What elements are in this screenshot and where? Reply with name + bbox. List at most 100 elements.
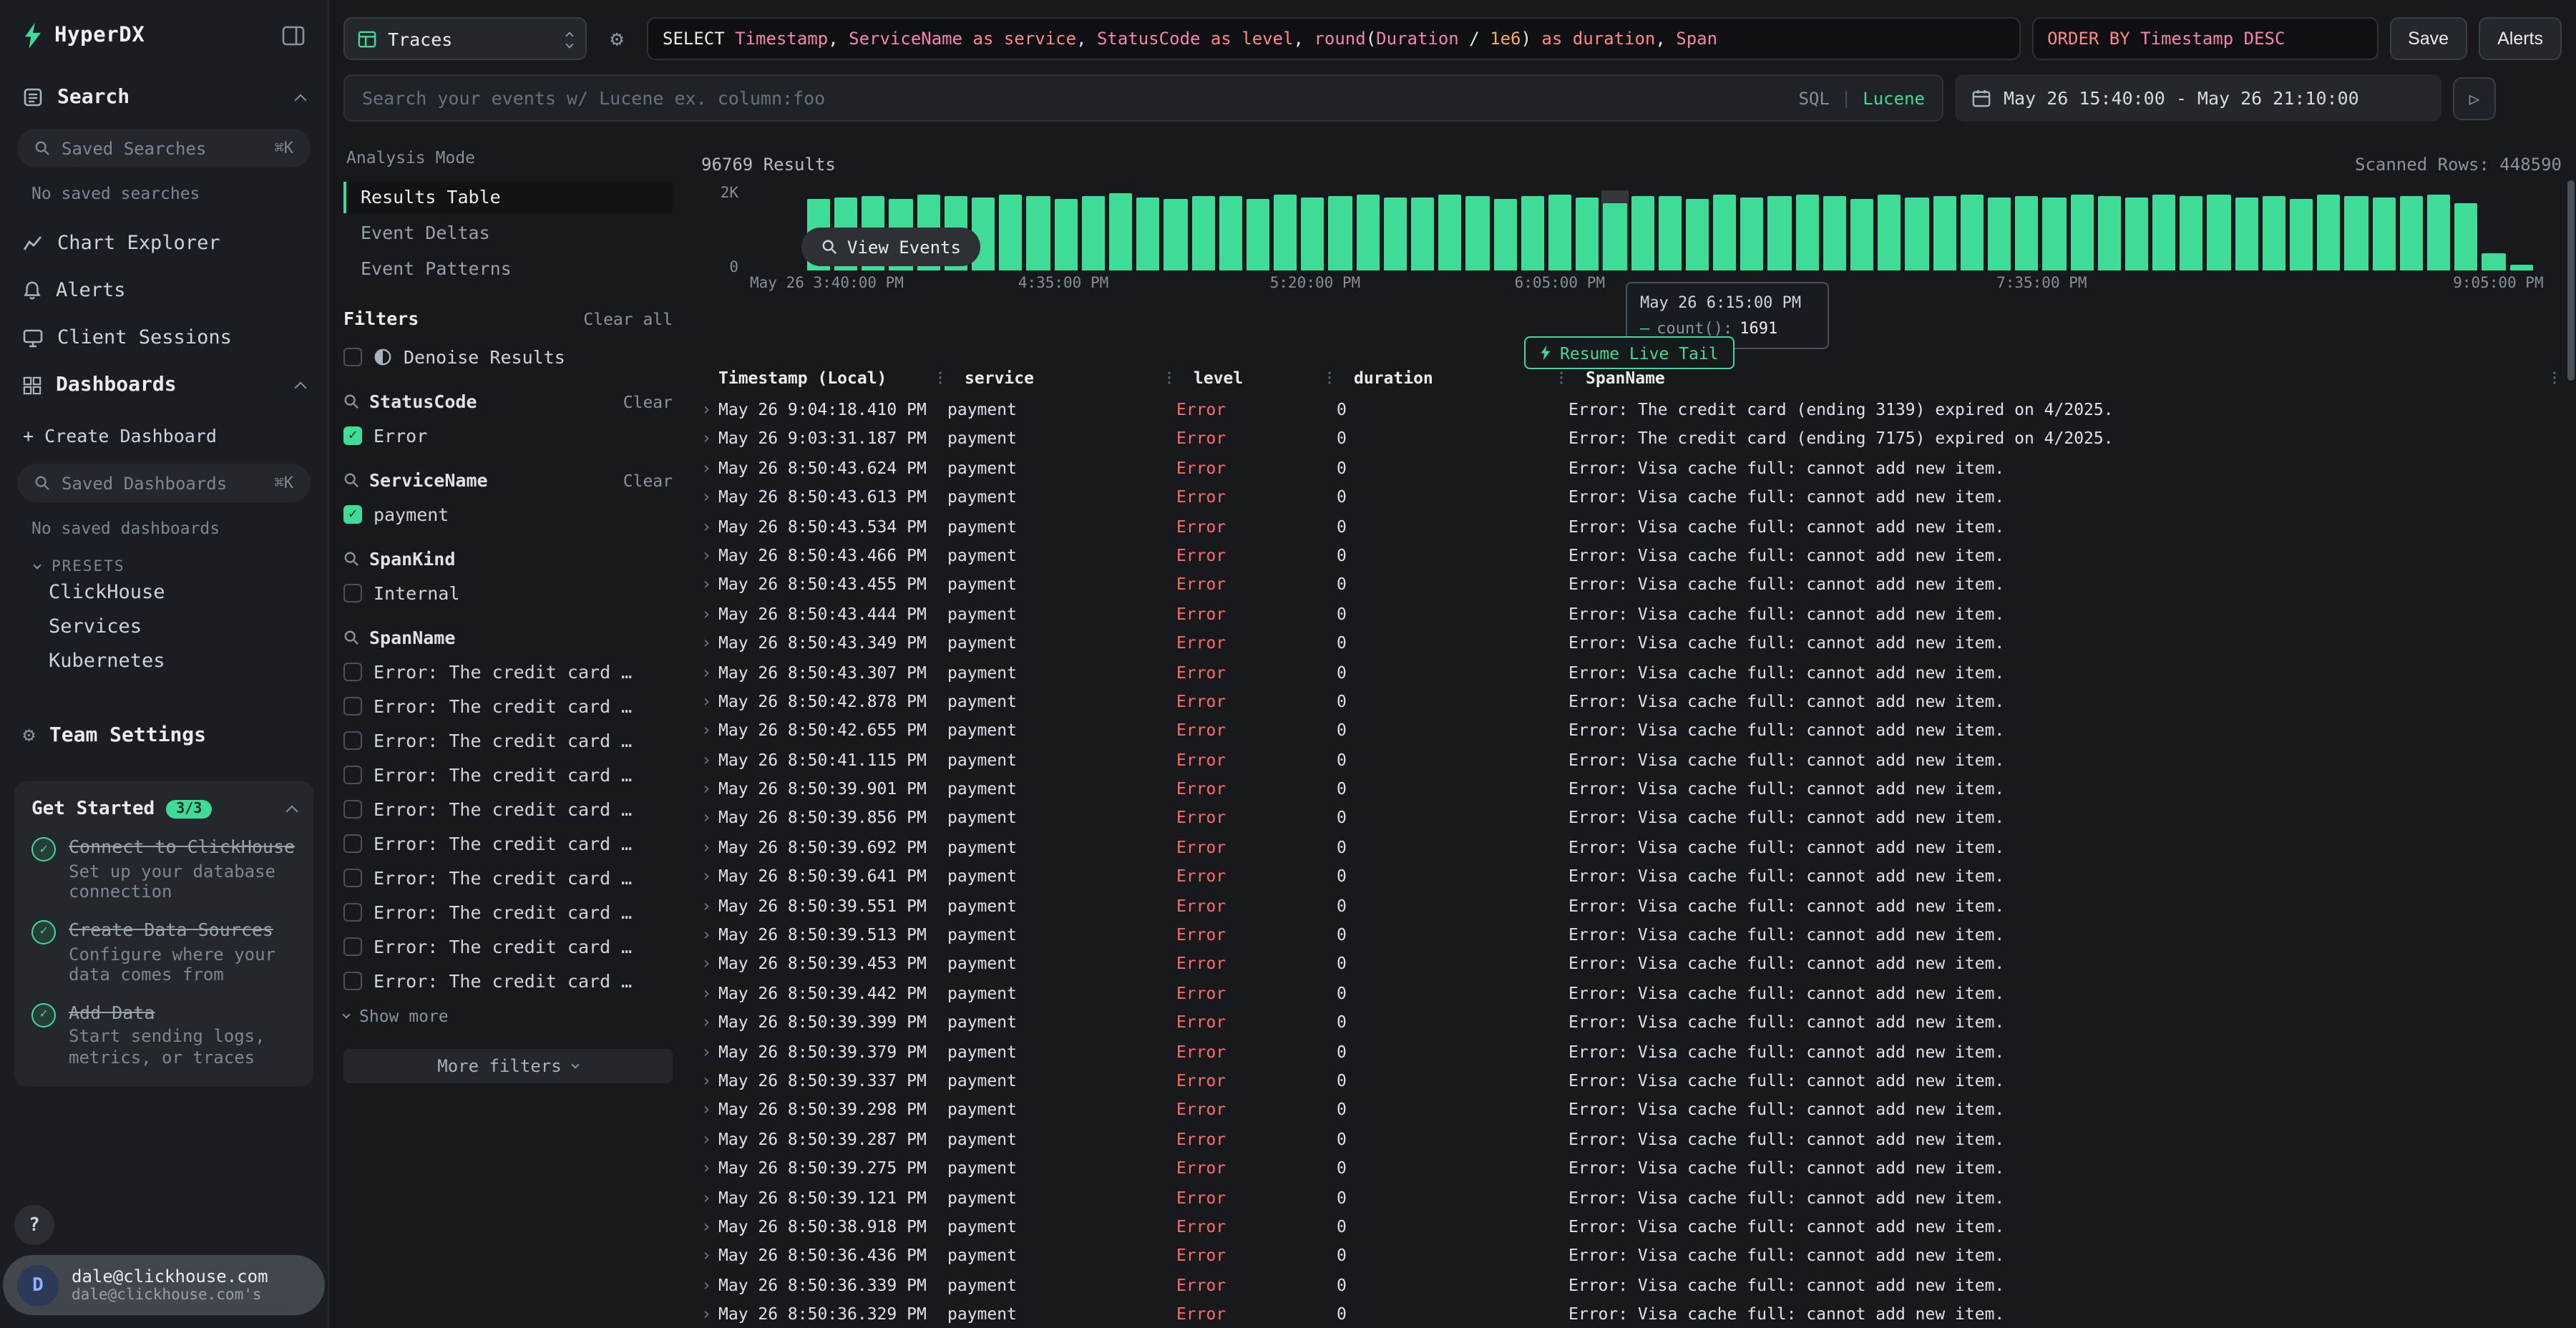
search-input[interactable] <box>362 87 1787 109</box>
table-row[interactable]: ›May 26 8:50:43.349 PMpaymentError0Error… <box>701 628 2562 658</box>
filter-option[interactable]: payment <box>343 502 673 525</box>
event-search-bar[interactable]: SQL | Lucene <box>343 74 1943 122</box>
table-row[interactable]: ›May 26 8:50:38.918 PMpaymentError0Error… <box>701 1212 2562 1241</box>
histogram-bar[interactable] <box>1958 190 1986 270</box>
histogram-bar[interactable] <box>1875 190 1903 270</box>
saved-dashboards-input[interactable]: Saved Dashboards ⌘K <box>17 464 311 502</box>
row-expand-chevron-icon[interactable]: › <box>701 1212 718 1241</box>
table-row[interactable]: ›May 26 9:04:18.410 PMpaymentError0Error… <box>701 395 2562 424</box>
row-expand-chevron-icon[interactable]: › <box>701 891 718 920</box>
column-header[interactable]: service <box>965 368 1034 388</box>
row-expand-chevron-icon[interactable]: › <box>701 628 718 658</box>
nav-search-section[interactable]: Search <box>0 83 328 112</box>
checkbox[interactable] <box>343 937 362 955</box>
histogram-bar[interactable] <box>2205 190 2233 270</box>
histogram-bar[interactable] <box>2041 190 2068 270</box>
histogram-bar[interactable] <box>2123 190 2150 270</box>
checkbox[interactable] <box>343 765 362 783</box>
clear-filter-button[interactable]: Clear <box>623 470 673 490</box>
histogram-bar[interactable] <box>2343 190 2370 270</box>
histogram-bar[interactable] <box>1436 190 1463 270</box>
table-row[interactable]: ›May 26 8:50:39.641 PMpaymentError0Error… <box>701 862 2562 892</box>
column-header[interactable]: SpanName <box>1586 368 1665 388</box>
histogram-bar[interactable] <box>1711 190 1738 270</box>
row-expand-chevron-icon[interactable]: › <box>701 1037 718 1066</box>
row-expand-chevron-icon[interactable]: › <box>701 774 718 804</box>
chevron-up-icon[interactable] <box>295 381 307 394</box>
create-dashboard-button[interactable]: + Create Dashboard <box>23 425 328 446</box>
histogram-bar[interactable] <box>1986 190 2013 270</box>
sidebar-item-alerts[interactable]: Alerts <box>0 273 328 308</box>
clear-filter-button[interactable]: Clear <box>623 391 673 411</box>
row-expand-chevron-icon[interactable]: › <box>701 570 718 600</box>
histogram-bar[interactable] <box>2507 190 2534 270</box>
histogram-bar[interactable] <box>2398 190 2425 270</box>
histogram-bar[interactable] <box>1546 190 1574 270</box>
row-expand-chevron-icon[interactable]: › <box>701 716 718 746</box>
row-expand-chevron-icon[interactable]: › <box>701 687 718 716</box>
row-expand-chevron-icon[interactable]: › <box>701 599 718 628</box>
sidebar-item-chart-explorer[interactable]: Chart Explorer <box>0 226 328 260</box>
language-lucene-toggle[interactable]: Lucene <box>1863 88 1925 108</box>
sidebar-item-client-sessions[interactable]: Client Sessions <box>0 321 328 355</box>
row-expand-chevron-icon[interactable]: › <box>701 1241 718 1271</box>
denoise-results-toggle[interactable]: Denoise Results <box>343 346 673 368</box>
mode-event-patterns[interactable]: Event Patterns <box>343 253 673 285</box>
filter-option[interactable]: Error: The credit card … <box>343 763 673 786</box>
filter-option[interactable]: Error: The credit card … <box>343 728 673 751</box>
histogram-bar[interactable] <box>2480 190 2507 270</box>
histogram-bar[interactable] <box>1382 190 1409 270</box>
filter-option[interactable]: Error: The credit card … <box>343 797 673 820</box>
checkbox[interactable] <box>343 662 362 680</box>
column-header[interactable]: level <box>1194 368 1243 388</box>
view-events-button[interactable]: View Events <box>801 228 981 266</box>
histogram-bar[interactable] <box>2534 190 2562 270</box>
more-filters-button[interactable]: More filters <box>343 1049 673 1083</box>
table-row[interactable]: ›May 26 8:50:39.298 PMpaymentError0Error… <box>701 1095 2562 1125</box>
histogram-bar[interactable] <box>1629 190 1656 270</box>
table-row[interactable]: ›May 26 8:50:42.655 PMpaymentError0Error… <box>701 716 2562 746</box>
row-expand-chevron-icon[interactable]: › <box>701 1270 718 1299</box>
row-expand-chevron-icon[interactable]: › <box>701 1153 718 1183</box>
checkbox-checked[interactable] <box>343 504 362 523</box>
checkbox[interactable] <box>343 971 362 990</box>
alerts-button[interactable]: Alerts <box>2479 17 2562 60</box>
histogram-bar[interactable] <box>997 190 1024 270</box>
filter-option[interactable]: Error <box>343 424 673 446</box>
filter-option[interactable]: Error: The credit card … <box>343 900 673 923</box>
histogram-bar[interactable] <box>1793 190 1820 270</box>
get-started-item[interactable]: ✓ Add Data Start sending logs, metrics, … <box>31 1002 296 1069</box>
filter-option[interactable]: Error: The credit card … <box>343 831 673 854</box>
histogram-bar[interactable] <box>1931 190 1958 270</box>
histogram-bar[interactable] <box>1080 190 1107 270</box>
histogram-bar[interactable] <box>1327 190 1354 270</box>
row-expand-chevron-icon[interactable]: › <box>701 804 718 833</box>
sidebar-item-team-settings[interactable]: ⚙ Team Settings <box>0 721 328 750</box>
table-row[interactable]: ›May 26 8:50:39.513 PMpaymentError0Error… <box>701 920 2562 949</box>
histogram-bar[interactable] <box>2178 190 2205 270</box>
row-expand-chevron-icon[interactable]: › <box>701 512 718 541</box>
histogram-bar[interactable] <box>1656 190 1683 270</box>
filter-option[interactable]: Error: The credit card … <box>343 969 673 992</box>
histogram-bar[interactable] <box>2013 190 2040 270</box>
row-expand-chevron-icon[interactable]: › <box>701 920 718 949</box>
row-expand-chevron-icon[interactable]: › <box>701 833 718 862</box>
table-row[interactable]: ›May 26 8:50:39.287 PMpaymentError0Error… <box>701 1125 2562 1154</box>
histogram-bar[interactable] <box>2288 190 2315 270</box>
histogram-bar[interactable] <box>1299 190 1327 270</box>
histogram-bar[interactable] <box>1848 190 1875 270</box>
source-select[interactable]: Traces <box>343 17 587 60</box>
table-row[interactable]: ›May 26 8:50:39.379 PMpaymentError0Error… <box>701 1037 2562 1066</box>
row-expand-chevron-icon[interactable]: › <box>701 541 718 570</box>
column-menu-icon[interactable]: ⋮ <box>1153 370 1176 386</box>
histogram-bar[interactable] <box>1491 190 1518 270</box>
histogram-bar[interactable] <box>2068 190 2095 270</box>
row-expand-chevron-icon[interactable]: › <box>701 949 718 979</box>
table-row[interactable]: ›May 26 8:50:43.455 PMpaymentError0Error… <box>701 570 2562 600</box>
hyperdx-logo[interactable]: HyperDX <box>23 23 145 49</box>
filter-option[interactable]: Error: The credit card … <box>343 866 673 889</box>
checkbox[interactable] <box>343 799 362 818</box>
mode-event-deltas[interactable]: Event Deltas <box>343 218 673 249</box>
row-expand-chevron-icon[interactable]: › <box>701 862 718 892</box>
sql-select-editor[interactable]: SELECT Timestamp, ServiceName as service… <box>647 17 2020 60</box>
